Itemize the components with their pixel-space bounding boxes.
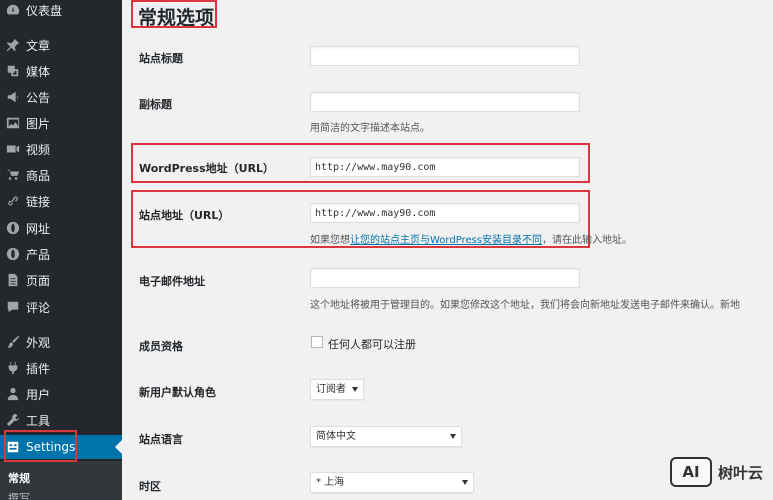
sidebar-item-label: 公告 — [26, 90, 51, 105]
sidebar-item-products-shop[interactable]: 商品 — [0, 163, 122, 187]
site-url-description: 如果您想让您的站点主页与WordPress安装目录不同，请在此输入地址。 — [310, 231, 632, 246]
sidebar-item-products[interactable]: 产品 — [0, 242, 122, 266]
site-title-input[interactable] — [310, 46, 580, 66]
active-indicator — [115, 440, 122, 454]
membership-checkbox-label[interactable]: 任何人都可以注册 — [328, 336, 416, 352]
sidebar-item-links[interactable]: 链接 — [0, 189, 122, 213]
site-url-help-link[interactable]: 让您的站点主页与WordPress安装目录不同 — [350, 235, 542, 246]
default-role-value: 订阅者 — [316, 384, 346, 395]
sidebar-item-label: 文章 — [26, 38, 51, 53]
timezone-value: * 上海 — [316, 477, 345, 488]
video-icon — [0, 137, 26, 161]
megaphone-icon — [0, 85, 26, 109]
sidebar-item-label: 图片 — [26, 116, 51, 131]
sidebar-item-label: 商品 — [26, 168, 51, 183]
membership-label: 成员资格 — [139, 340, 183, 353]
dashboard-icon — [0, 0, 26, 22]
default-role-label: 新用户默认角色 — [139, 386, 216, 399]
sidebar-item-plugins[interactable]: 插件 — [0, 356, 122, 380]
sidebar-item-appearance[interactable]: 外观 — [0, 330, 122, 354]
submenu-item-general[interactable]: 常规 — [8, 470, 30, 486]
settings-submenu: 常规 撰写 — [0, 461, 122, 500]
email-label: 电子邮件地址 — [139, 275, 205, 288]
email-description: 这个地址将被用于管理目的。如果您修改这个地址，我们将会向新地址发送电子邮件来确认… — [310, 300, 740, 311]
tagline-label: 副标题 — [139, 98, 172, 111]
admin-sidebar: 仪表盘 文章 媒体 公告 图片 视频 商品 链接 网址 产品 页面 评论 外观 … — [0, 0, 122, 500]
dropdown-arrow-icon — [462, 480, 468, 485]
sidebar-item-tools[interactable]: 工具 — [0, 408, 122, 432]
cart-icon — [0, 163, 26, 187]
sidebar-item-label: 仪表盘 — [26, 3, 63, 18]
sidebar-item-label: 页面 — [26, 273, 51, 288]
sidebar-item-dashboard[interactable]: 仪表盘 — [0, 0, 122, 22]
dropdown-arrow-icon — [352, 387, 358, 392]
sidebar-item-posts[interactable]: 文章 — [0, 33, 122, 57]
sidebar-item-media[interactable]: 媒体 — [0, 59, 122, 83]
sidebar-item-announcements[interactable]: 公告 — [0, 85, 122, 109]
submenu-item-writing[interactable]: 撰写 — [8, 490, 30, 500]
wp-url-input[interactable] — [310, 157, 580, 177]
wp-url-label: WordPress地址（URL） — [139, 162, 275, 175]
user-icon — [0, 382, 26, 406]
timezone-select[interactable]: * 上海 — [310, 472, 474, 493]
sidebar-item-label: 用户 — [26, 387, 51, 402]
watermark: AI 树叶云 — [670, 455, 770, 489]
sidebar-item-label: 视频 — [26, 142, 51, 157]
site-url-desc-suffix: ，请在此输入地址。 — [542, 235, 633, 246]
site-language-select[interactable]: 简体中文 — [310, 426, 462, 447]
sidebar-item-label: 产品 — [26, 247, 51, 262]
sidebar-item-label: 链接 — [26, 194, 51, 209]
membership-checkbox[interactable] — [311, 336, 323, 348]
comment-icon — [0, 295, 26, 319]
highlight-box-title — [131, 0, 217, 28]
site-url-desc-prefix: 如果您想 — [310, 235, 350, 246]
tagline-input[interactable] — [310, 92, 580, 112]
sidebar-item-comments[interactable]: 评论 — [0, 295, 122, 319]
brush-icon — [0, 330, 26, 354]
sidebar-item-label: 插件 — [26, 361, 51, 376]
site-url-label: 站点地址（URL） — [139, 209, 230, 222]
watermark-text: 树叶云 — [718, 463, 764, 482]
pin-icon — [0, 33, 26, 57]
sidebar-item-label: 网址 — [26, 221, 51, 236]
sidebar-item-pages[interactable]: 页面 — [0, 268, 122, 292]
sidebar-item-users[interactable]: 用户 — [0, 382, 122, 406]
timezone-label: 时区 — [139, 480, 161, 493]
main-content: 常规选项 站点标题 副标题 用简洁的文字描述本站点。 WordPress地址（U… — [122, 0, 773, 500]
default-role-select[interactable]: 订阅者 — [310, 379, 364, 400]
sidebar-item-label: 媒体 — [26, 64, 51, 79]
site-language-value: 简体中文 — [316, 431, 356, 442]
globe-icon — [0, 216, 26, 240]
site-url-input[interactable] — [310, 203, 580, 223]
dropdown-arrow-icon — [450, 434, 456, 439]
site-title-label: 站点标题 — [139, 52, 183, 65]
sidebar-item-images[interactable]: 图片 — [0, 111, 122, 135]
site-language-label: 站点语言 — [139, 433, 183, 446]
sidebar-item-label: 外观 — [26, 335, 51, 350]
page-icon — [0, 268, 26, 292]
sidebar-item-urls[interactable]: 网址 — [0, 216, 122, 240]
watermark-logo: AI — [670, 457, 712, 487]
email-input[interactable] — [310, 268, 580, 288]
sidebar-item-label: 评论 — [26, 300, 51, 315]
image-icon — [0, 111, 26, 135]
sidebar-item-videos[interactable]: 视频 — [0, 137, 122, 161]
highlight-box-settings — [4, 430, 77, 462]
tagline-description: 用简洁的文字描述本站点。 — [310, 123, 430, 134]
sidebar-item-label: 工具 — [26, 413, 51, 428]
globe-icon — [0, 242, 26, 266]
wrench-icon — [0, 408, 26, 432]
plugin-icon — [0, 356, 26, 380]
media-icon — [0, 59, 26, 83]
link-icon — [0, 189, 26, 213]
